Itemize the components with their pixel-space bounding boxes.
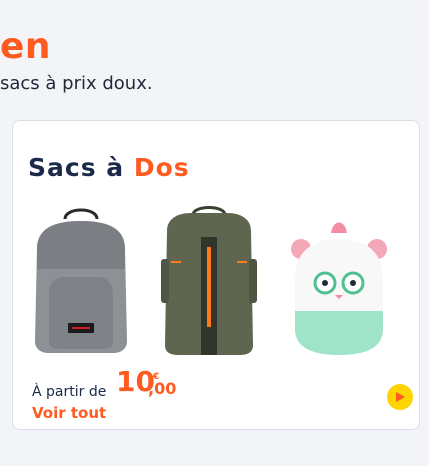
card-title-main: Sacs à bbox=[28, 153, 125, 182]
product-image-olive-backpack[interactable] bbox=[153, 203, 265, 359]
product-image-grey-backpack[interactable] bbox=[25, 203, 137, 355]
card-title-accent: Dos bbox=[133, 153, 190, 182]
backpacks-category-card[interactable]: Sacs à Dos À partir de 10 € ,00 Voir tou… bbox=[12, 120, 420, 430]
next-button[interactable] bbox=[387, 384, 413, 410]
page-heading-fragment: en bbox=[0, 26, 52, 67]
play-arrow-icon bbox=[396, 392, 405, 402]
view-all-link[interactable]: Voir tout bbox=[32, 403, 106, 423]
product-image-kids-backpack[interactable] bbox=[283, 203, 395, 359]
price-prefix: À partir de bbox=[32, 384, 107, 400]
card-title: Sacs à Dos bbox=[28, 151, 190, 185]
price-cents: ,00 bbox=[148, 379, 177, 398]
page-subtitle: sacs à prix doux. bbox=[0, 73, 153, 94]
